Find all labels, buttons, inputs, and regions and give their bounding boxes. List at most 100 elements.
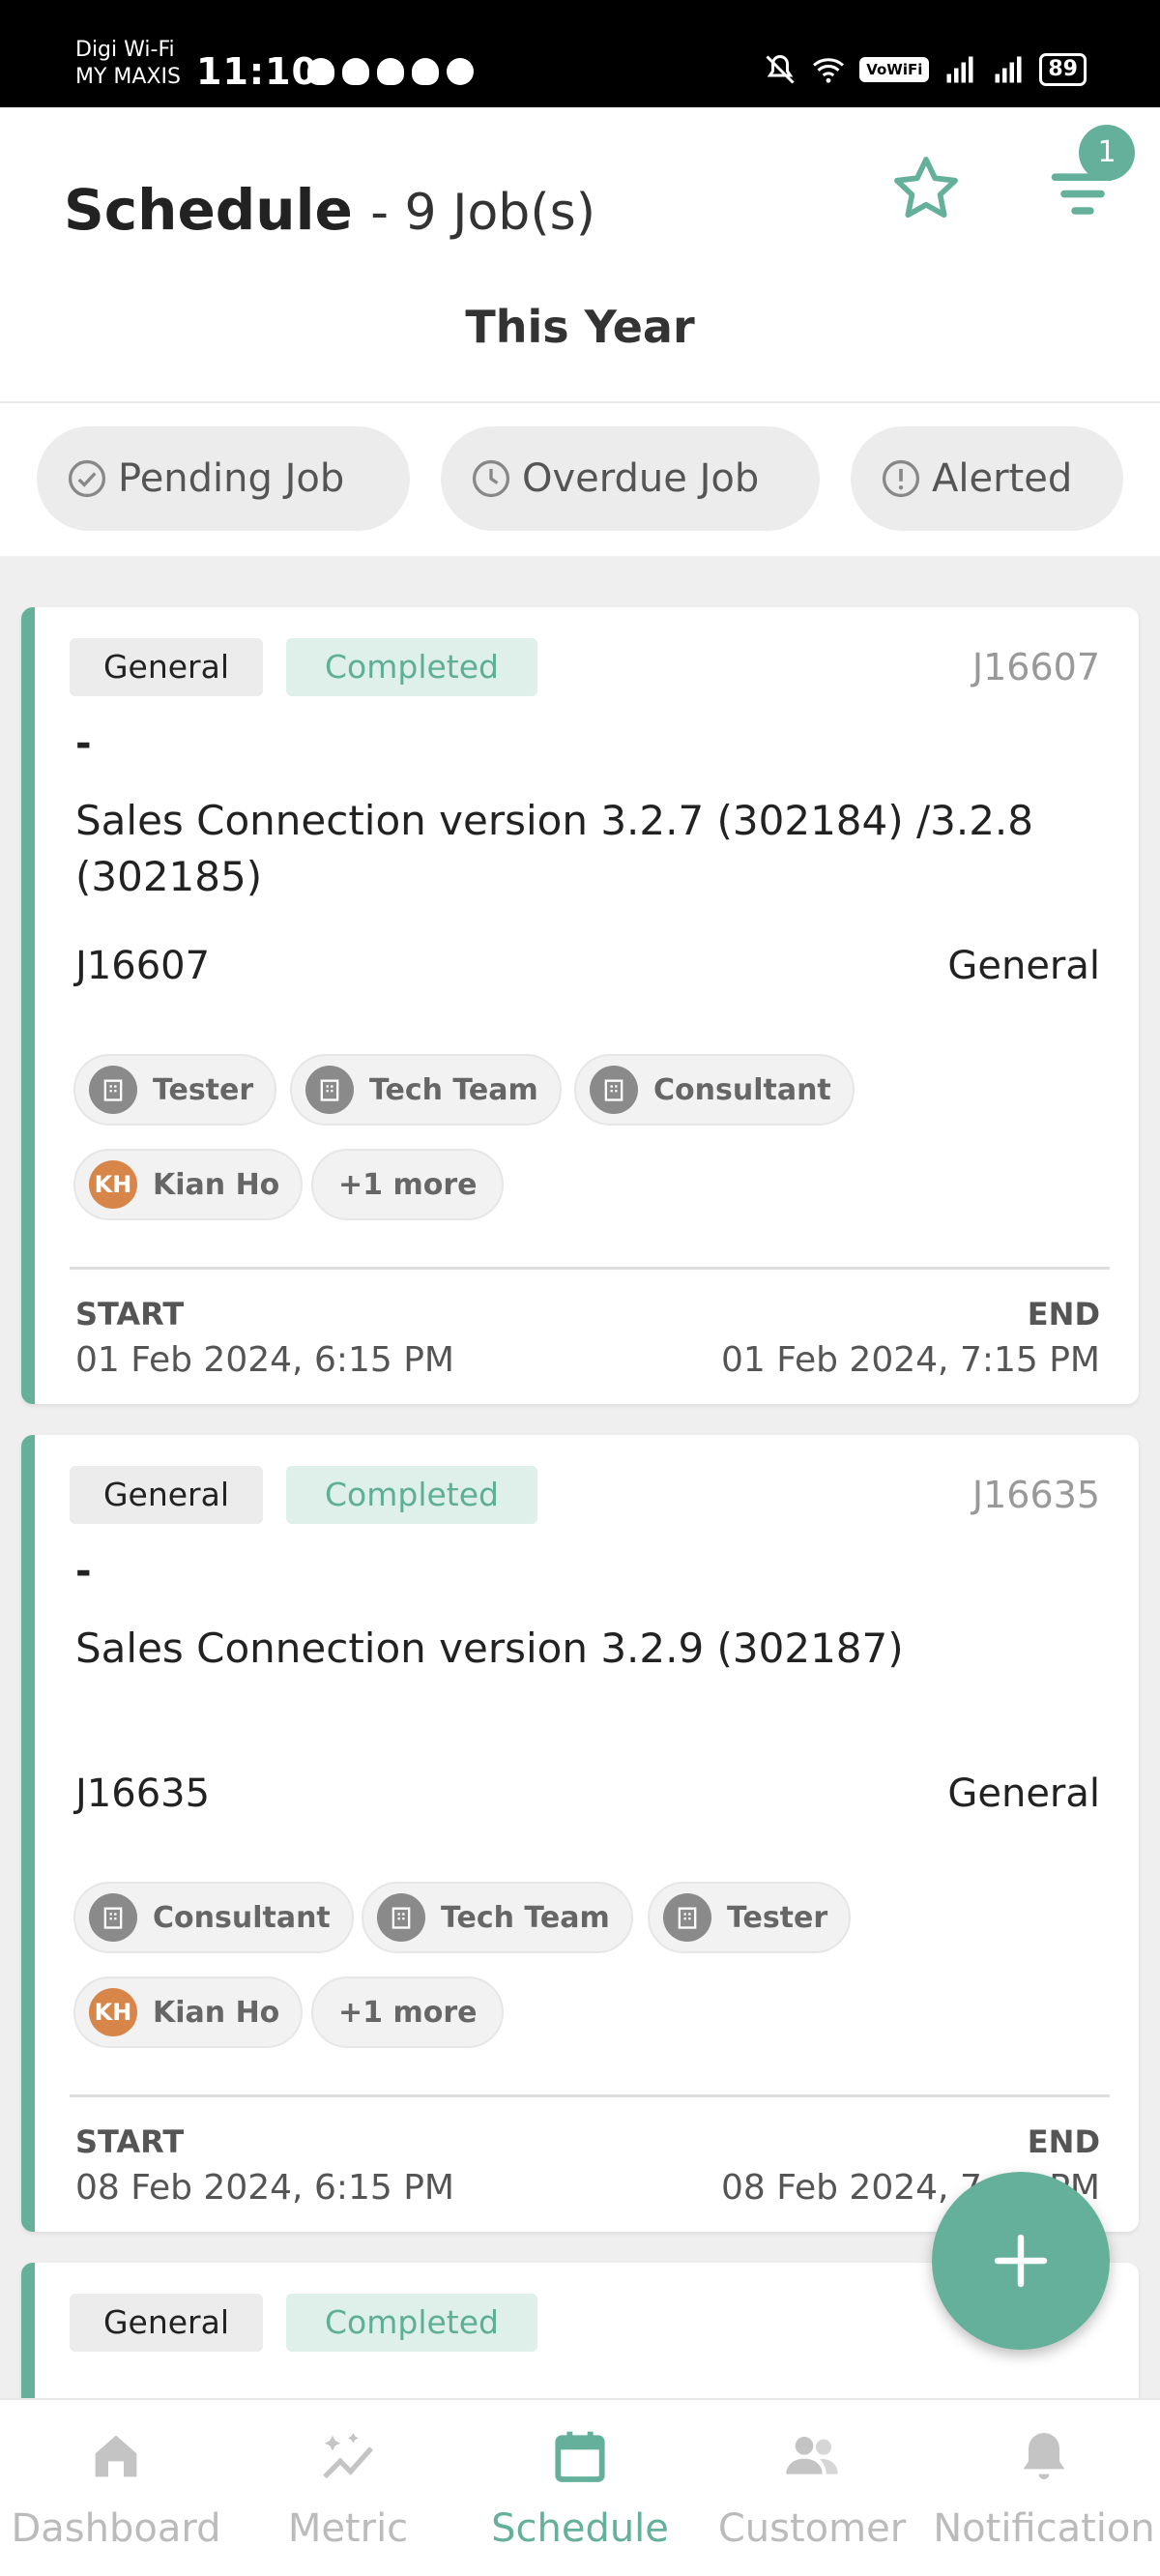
chip-label: Overdue Job: [522, 456, 760, 501]
end-label: END: [1027, 1296, 1100, 1332]
carrier-line2: MY MAXIS: [75, 65, 181, 89]
building-icon: [89, 1893, 137, 1942]
category-tag: General: [70, 638, 263, 696]
end-datetime: 01 Feb 2024, 7:15 PM: [721, 1340, 1100, 1380]
team-name: Consultant: [153, 1900, 331, 1935]
snapchat-icon: [377, 58, 404, 85]
mute-bell-icon: [766, 54, 795, 84]
calendar-icon: [555, 2431, 605, 2482]
system-icons: VoWiFi 89: [763, 52, 1087, 87]
building-icon: [663, 1893, 711, 1942]
status-badge: Completed: [286, 1466, 537, 1524]
more-assignees-button[interactable]: +1 more: [311, 1149, 505, 1220]
snapchat-icon: [412, 58, 439, 85]
job-code: J16607: [75, 944, 211, 988]
chip-pending-job[interactable]: Pending Job: [37, 426, 410, 531]
nav-label: Customer: [717, 2506, 907, 2551]
plus-icon: [994, 2234, 1048, 2288]
page-title-text: Schedule: [64, 177, 353, 243]
job-id: J16607: [972, 646, 1100, 688]
building-icon: [89, 1066, 137, 1114]
page-title: Schedule - 9 Job(s): [64, 177, 595, 243]
team-pill: Consultant: [574, 1054, 855, 1126]
job-count: - 9 Job(s): [370, 184, 595, 242]
nav-schedule[interactable]: Schedule: [464, 2400, 696, 2576]
nav-customer[interactable]: Customer: [696, 2400, 928, 2576]
card-divider: [70, 1267, 1110, 1270]
chip-alerted[interactable]: Alerted: [851, 426, 1123, 531]
start-label: START: [75, 2123, 185, 2160]
carrier-label: Digi Wi-Fi MY MAXIS: [75, 37, 181, 91]
assignee-name: Kian Ho: [153, 1995, 280, 2030]
nav-label: Notification: [933, 2506, 1155, 2551]
assignee-pill: KH Kian Ho: [73, 1976, 304, 2048]
team-name: Tester: [153, 1072, 254, 1107]
job-type: General: [947, 1771, 1100, 1816]
clock: 11:10: [196, 50, 318, 93]
signal-icon: [995, 56, 1022, 83]
users-icon: [786, 2437, 838, 2474]
team-name: Tester: [727, 1900, 828, 1935]
team-pill: Tester: [73, 1054, 277, 1126]
start-label: START: [75, 1296, 185, 1332]
category-tag: General: [70, 1466, 263, 1524]
job-card[interactable]: General Completed J16635 - Sales Connect…: [21, 1435, 1139, 2232]
period-selector[interactable]: This Year: [0, 301, 1160, 353]
chat-bubble-icon: [447, 58, 474, 85]
nav-notification[interactable]: Notification: [928, 2400, 1160, 2576]
clock-icon: [472, 459, 510, 498]
job-title: -: [75, 721, 92, 766]
add-job-button[interactable]: [932, 2172, 1110, 2350]
start-datetime: 01 Feb 2024, 6:15 PM: [75, 1340, 454, 1380]
team-pill: Consultant: [73, 1882, 354, 1953]
card-divider: [70, 2094, 1110, 2097]
job-title: -: [75, 1549, 92, 1594]
notification-icons: [307, 58, 474, 85]
status-bar: Digi Wi-Fi MY MAXIS 11:10 VoWiFi 89: [0, 0, 1160, 107]
start-datetime: 08 Feb 2024, 6:15 PM: [75, 2168, 454, 2208]
filter-count-badge: 1: [1079, 125, 1135, 181]
job-id: J16635: [972, 1474, 1100, 1516]
vowifi-badge: VoWiFi: [859, 57, 930, 82]
job-description: Sales Connection version 3.2.7 (302184) …: [75, 797, 1033, 900]
job-card[interactable]: General Completed J16607 - Sales Connect…: [21, 607, 1139, 1404]
assignee-name: Kian Ho: [153, 1167, 280, 1202]
building-icon: [377, 1893, 425, 1942]
team-name: Tech Team: [369, 1072, 538, 1107]
chip-overdue-job[interactable]: Overdue Job: [441, 426, 820, 531]
status-badge: Completed: [286, 2294, 537, 2352]
check-circle-icon: [68, 459, 106, 498]
team-pill: Tech Team: [290, 1054, 562, 1126]
category-tag: General: [70, 2294, 263, 2352]
team-name: Consultant: [653, 1072, 831, 1107]
assignee-pill: KH Kian Ho: [73, 1149, 304, 1220]
nav-dashboard[interactable]: Dashboard: [0, 2400, 232, 2576]
avatar: KH: [89, 1160, 137, 1209]
signal-icon: [946, 56, 973, 83]
nav-metric[interactable]: Metric: [232, 2400, 464, 2576]
nav-label: Schedule: [491, 2506, 669, 2551]
avatar: KH: [89, 1988, 137, 2036]
end-label: END: [1027, 2123, 1100, 2160]
job-code: J16635: [75, 1771, 211, 1816]
bottom-navigation: Dashboard Metric Schedule Customer Notif…: [0, 2398, 1160, 2576]
wifi-icon: [813, 58, 845, 83]
nav-label: Metric: [287, 2506, 409, 2551]
chip-label: Alerted: [932, 456, 1073, 501]
bell-icon: [1023, 2433, 1065, 2479]
building-icon: [590, 1066, 638, 1114]
page-header: Schedule - 9 Job(s) 1 This Year: [0, 107, 1160, 403]
home-icon: [95, 2435, 137, 2477]
more-assignees-button[interactable]: +1 more: [311, 1976, 505, 2048]
chip-label: Pending Job: [118, 456, 345, 501]
battery-indicator: 89: [1039, 53, 1087, 86]
building-icon: [305, 1066, 354, 1114]
job-type: General: [947, 944, 1100, 988]
team-pill: Tech Team: [362, 1882, 633, 1953]
job-description: Sales Connection version 3.2.9 (302187): [75, 1625, 904, 1672]
favorite-star-icon[interactable]: [889, 152, 963, 225]
carrier-line1: Digi Wi-Fi: [75, 38, 175, 62]
sparkle-chart-icon: [323, 2433, 373, 2479]
filter-chips: Pending Job Overdue Job Alerted: [0, 403, 1160, 556]
team-name: Tech Team: [441, 1900, 610, 1935]
